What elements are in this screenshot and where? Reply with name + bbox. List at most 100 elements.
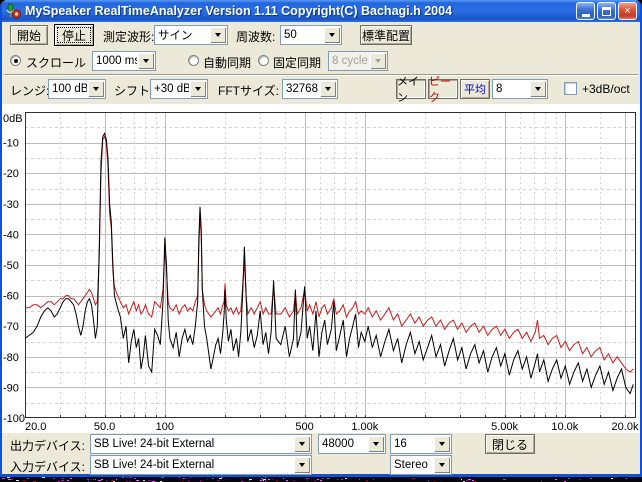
dropdown-arrow-icon[interactable] <box>294 436 310 452</box>
spectrogram-speck <box>276 480 278 481</box>
oct-checkbox-label: +3dB/oct <box>582 82 630 96</box>
frequency-label: 周波数: <box>236 28 275 45</box>
close-icon: × <box>624 6 630 17</box>
input-device-select[interactable]: SB Live! 24-bit External <box>90 455 312 475</box>
spectrogram-speck <box>611 478 613 479</box>
dropdown-arrow-icon[interactable] <box>294 457 310 473</box>
spectrogram-speck <box>8 479 11 480</box>
dropdown-arrow-icon[interactable] <box>210 27 226 43</box>
spectrogram-speck <box>136 480 139 481</box>
spectrogram-speck <box>293 480 295 481</box>
spectrogram-speck <box>67 480 69 481</box>
range-select[interactable]: 100 dB <box>48 79 106 99</box>
dropdown-arrow-icon[interactable] <box>190 81 206 97</box>
dropdown-arrow-icon <box>370 53 386 69</box>
spectrogram-speck <box>134 478 136 479</box>
spectrogram-speck <box>219 478 222 479</box>
oct-checkbox[interactable] <box>564 82 577 95</box>
spectrogram-speck <box>249 480 250 481</box>
spectrogram-speck <box>143 480 145 481</box>
spectrogram-speck <box>184 478 185 479</box>
standard-layout-button[interactable]: 標準配置 <box>360 25 412 45</box>
spectrogram-speck <box>95 479 96 480</box>
spectrogram-speck <box>101 479 103 480</box>
fixed-sync-radio[interactable] <box>258 55 269 66</box>
title-bar[interactable]: MySpeaker RealTimeAnalyzer Version 1.11 … <box>2 0 640 22</box>
spectrogram-speck <box>327 478 329 479</box>
stop-button[interactable]: 停止 <box>54 24 94 46</box>
app-icon <box>5 3 21 19</box>
close-button[interactable]: × <box>618 2 637 20</box>
app-screen: MySpeaker RealTimeAnalyzer Version 1.11 … <box>0 0 642 482</box>
peak-trace-toggle[interactable]: ピーク <box>428 79 458 99</box>
x-axis-label: 500 <box>295 421 313 433</box>
spectrum-chart-svg: 0dB-10-20-30-40-50-60-70-80-90-10020.050… <box>2 104 640 433</box>
auto-sync-radio[interactable] <box>188 55 199 66</box>
scroll-interval-value: 1000 ms <box>93 55 137 67</box>
spectrogram-speck <box>373 479 374 480</box>
dropdown-arrow-icon[interactable] <box>368 436 384 452</box>
spectrogram-speck <box>337 479 338 480</box>
spectrogram-speck <box>207 479 208 480</box>
dropdown-arrow-icon[interactable] <box>320 81 336 97</box>
start-button[interactable]: 開始 <box>10 25 48 45</box>
output-device-select[interactable]: SB Live! 24-bit External <box>90 434 312 454</box>
dropdown-arrow-icon[interactable] <box>434 436 450 452</box>
y-axis-label: -70 <box>3 321 19 333</box>
spectrogram-speck <box>503 479 506 480</box>
y-axis-label: -10 <box>3 138 19 150</box>
spectrogram-speck <box>317 479 319 480</box>
background-spectrogram-strip <box>0 477 642 482</box>
channels-value: Stereo <box>391 459 433 471</box>
toolbar-row-3: レンジ: 100 dB シフト: +30 dB FFTサイズ: 32768 メイ… <box>2 76 640 104</box>
close-dialog-button[interactable]: 閉じる <box>485 434 535 454</box>
spectrogram-speck <box>111 480 114 481</box>
input-device-label: 入力デバイス: <box>10 458 85 475</box>
dropdown-arrow-icon[interactable] <box>88 81 104 97</box>
dropdown-arrow-icon[interactable] <box>324 27 340 43</box>
spectrogram-speck <box>286 480 288 481</box>
dropdown-arrow-icon[interactable] <box>138 53 154 69</box>
waveform-label: 測定波形: <box>103 28 154 45</box>
spectrogram-speck <box>626 478 627 479</box>
spectrogram-speck <box>16 480 19 481</box>
y-axis-label: -50 <box>3 260 19 272</box>
scroll-radio[interactable] <box>10 55 21 66</box>
waveform-select[interactable]: サイン <box>154 25 228 45</box>
spectrogram-speck <box>178 477 181 478</box>
spectrogram-speck <box>217 480 220 481</box>
average-count-select[interactable]: 8 <box>492 79 548 99</box>
average-trace-toggle[interactable]: 平均 <box>460 79 490 99</box>
spectrogram-speck <box>468 479 471 480</box>
spectrogram-speck <box>53 478 55 479</box>
samplerate-select[interactable]: 48000 <box>318 434 386 454</box>
x-axis-label: 100 <box>156 421 174 433</box>
dropdown-arrow-icon[interactable] <box>530 81 546 97</box>
app-window: MySpeaker RealTimeAnalyzer Version 1.11 … <box>0 0 642 477</box>
scroll-interval-select[interactable]: 1000 ms <box>92 51 156 71</box>
main-trace-toggle[interactable]: メイン <box>396 79 426 99</box>
channels-select[interactable]: Stereo <box>390 455 452 475</box>
frequency-select[interactable]: 50 <box>280 25 342 45</box>
spectrogram-speck <box>260 480 262 481</box>
dropdown-arrow-icon[interactable] <box>434 457 450 473</box>
shift-select[interactable]: +30 dB <box>150 79 208 99</box>
toolbar-row-2: スクロール 1000 ms 自動同期 固定同期 8 cycle <box>2 48 640 74</box>
spectrogram-speck <box>161 477 164 478</box>
spectrogram-speck <box>42 477 45 478</box>
spectrogram-speck <box>226 479 227 480</box>
toolbar-row-1: 開始 停止 測定波形: サイン 周波数: 50 標準配置 <box>2 22 640 48</box>
x-axis-label: 20.0k <box>612 421 639 433</box>
fft-size-select[interactable]: 32768 <box>282 79 338 99</box>
bit-depth-select[interactable]: 16 <box>390 434 452 454</box>
spectrogram-speck <box>265 477 266 478</box>
minimize-icon <box>582 14 590 17</box>
spectrogram-speck <box>3 478 5 479</box>
maximize-button[interactable] <box>597 2 616 20</box>
spectrogram-speck <box>321 478 324 479</box>
y-axis-label: -30 <box>3 199 19 211</box>
minimize-button[interactable] <box>576 2 595 20</box>
spectrogram-speck <box>116 479 117 480</box>
spectrogram-speck <box>212 478 214 479</box>
spectrogram-speck <box>579 479 581 480</box>
